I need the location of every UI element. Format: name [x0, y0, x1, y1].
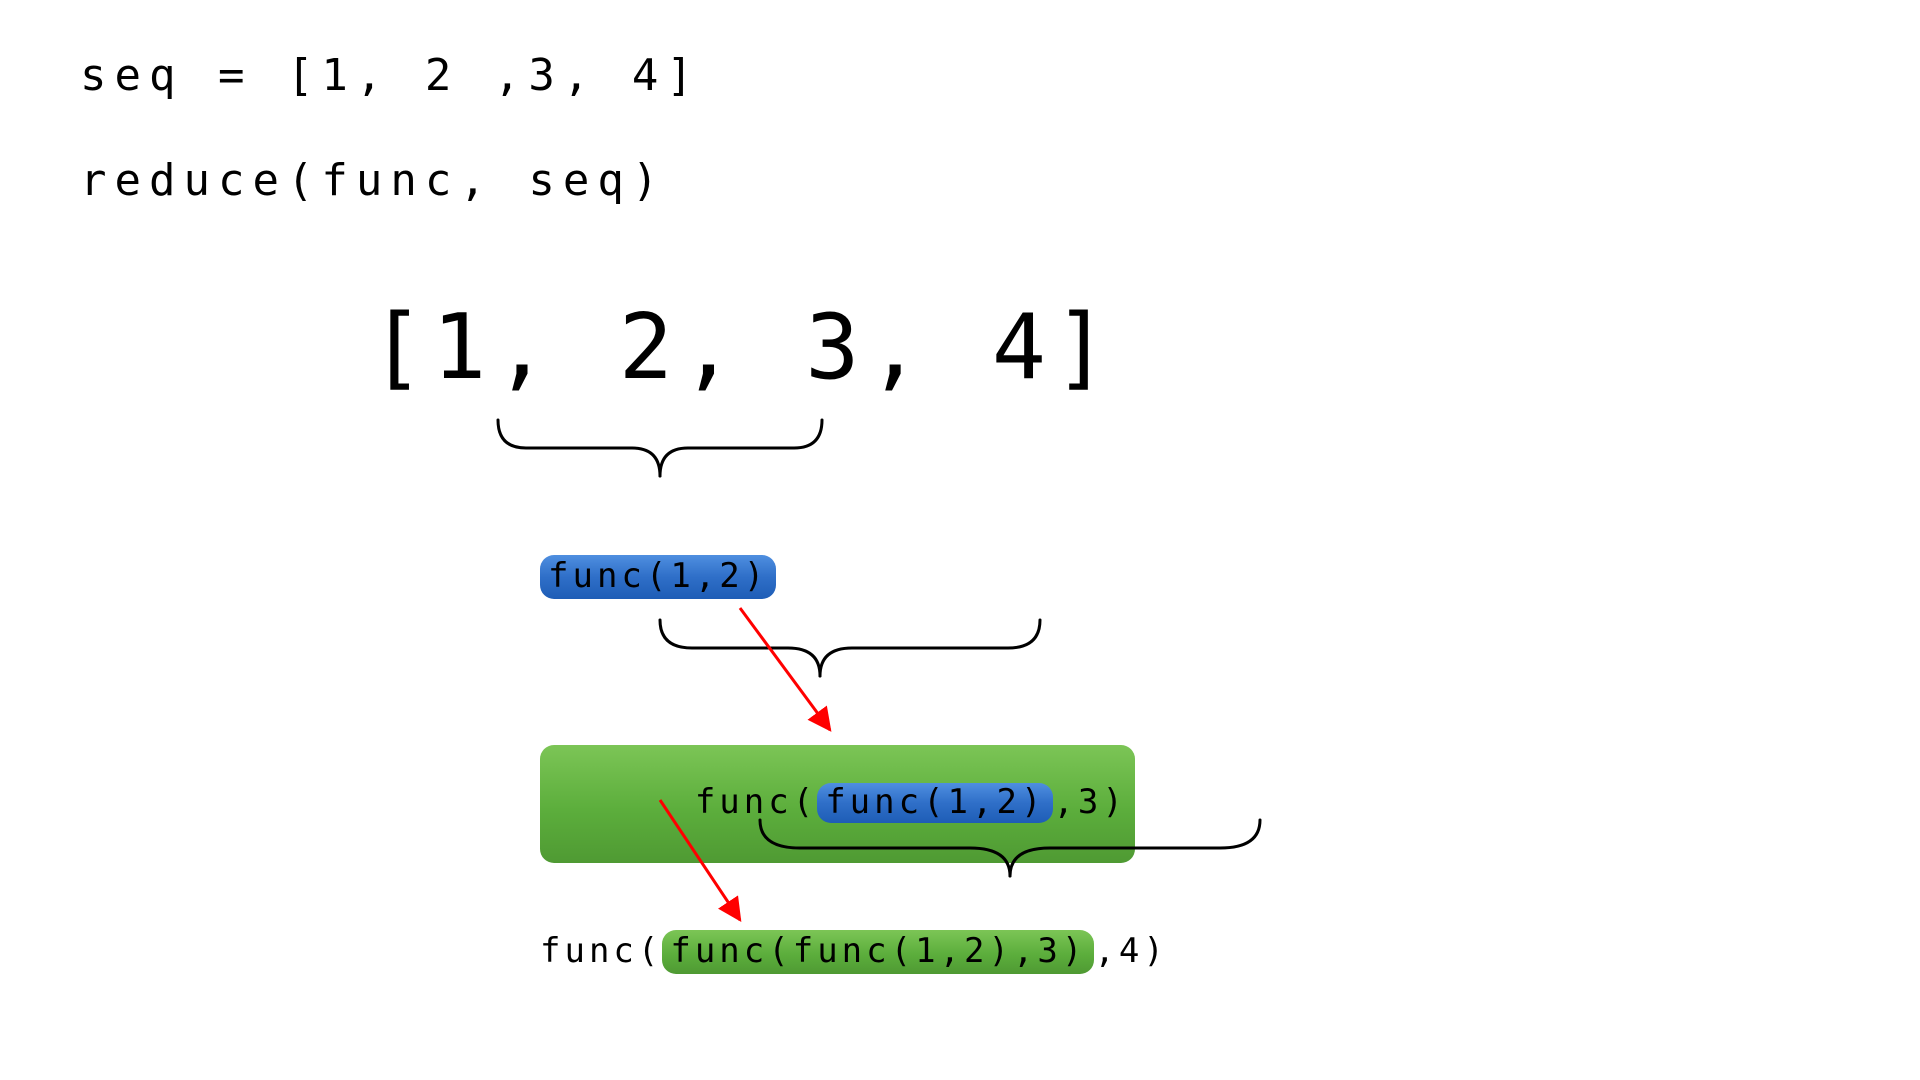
- code-line-reduce: reduce(func, seq): [80, 155, 666, 206]
- reduce-step-1: func(1,2): [540, 555, 776, 599]
- diagram-stage: seq = [1, 2 ,3, 4] reduce(func, seq) [1,…: [0, 0, 1920, 1080]
- step2-suffix: ,3): [1053, 782, 1126, 822]
- sequence-literal: [1, 2, 3, 4]: [370, 295, 1116, 400]
- reduce-step-2: func(func(1,2),3): [540, 745, 1135, 863]
- code-line-seq: seq = [1, 2 ,3, 4]: [80, 50, 701, 101]
- step3-prefix: func(: [540, 931, 662, 971]
- step3-inner-inner: func(1,2): [793, 931, 1013, 971]
- arrow-step1-to-step2: [740, 608, 830, 730]
- pill-step2-inner: func(1,2): [817, 783, 1053, 823]
- reduce-step-3: func(func(func(1,2),3),4): [540, 930, 1168, 974]
- brace-12-3: [660, 620, 1040, 676]
- pill-step3-inner: func(func(1,2),3): [662, 930, 1094, 974]
- step3-inner-suffix: ,3): [1013, 931, 1086, 971]
- step3-suffix: ,4): [1094, 931, 1167, 971]
- brace-1-2: [498, 420, 822, 476]
- step3-inner-prefix: func(: [670, 931, 792, 971]
- step2-prefix: func(: [695, 782, 817, 822]
- pill-step2-outer: func(func(1,2),3): [540, 745, 1135, 863]
- pill-func12: func(1,2): [540, 555, 776, 599]
